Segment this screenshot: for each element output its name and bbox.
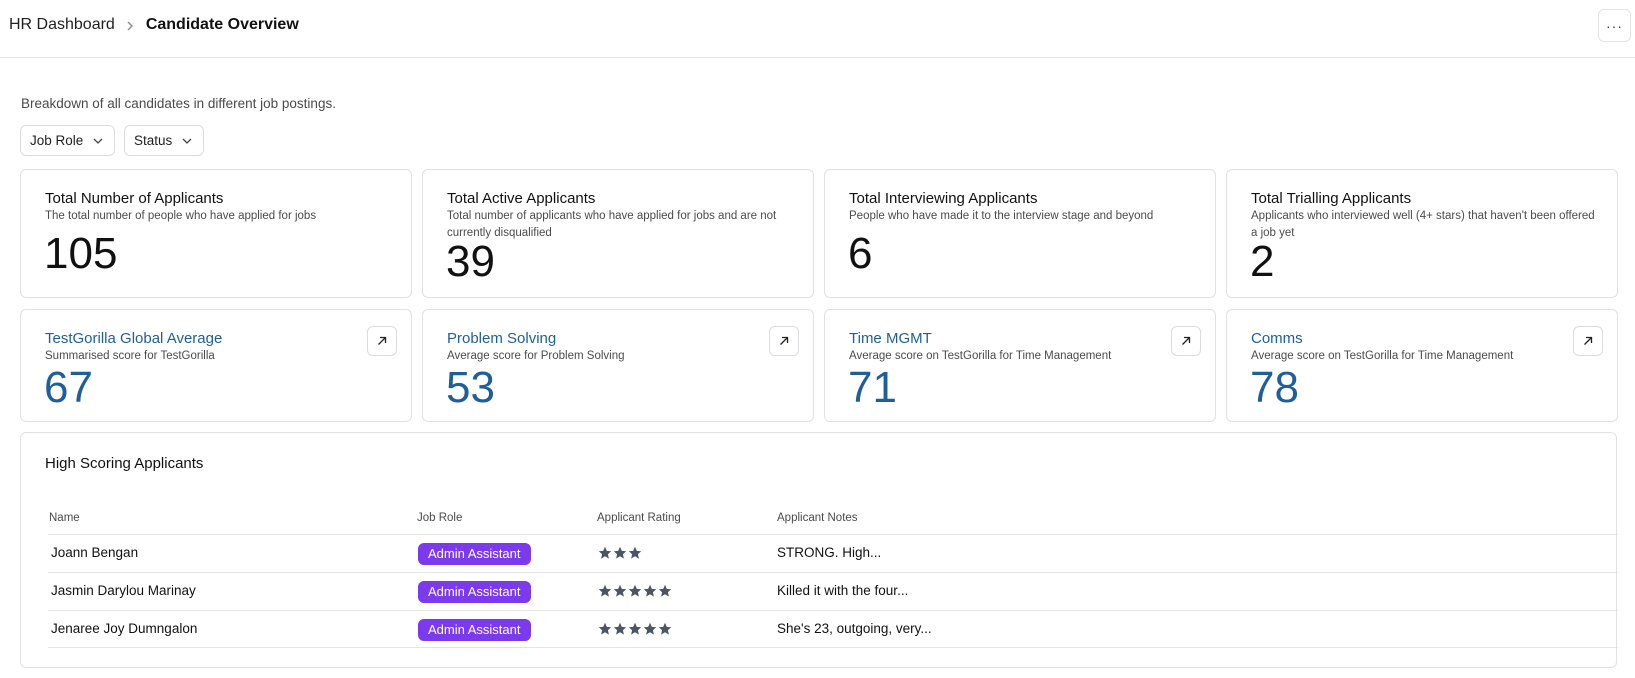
column-header-name[interactable]: Name — [49, 512, 80, 524]
applicant-name: Jenaree Joy Dumngalon — [51, 621, 198, 636]
card-value: 2 — [1250, 237, 1275, 286]
open-details-button[interactable] — [1171, 326, 1201, 356]
card-description: People who have made it to the interview… — [849, 210, 1154, 222]
card-title: Total Active Applicants — [447, 190, 596, 207]
card-description: Average score on TestGorilla for Time Ma… — [1251, 350, 1514, 362]
arrow-up-right-icon — [1182, 336, 1191, 345]
card-value: 67 — [44, 363, 93, 412]
applicant-notes: STRONG. High... — [777, 545, 882, 560]
interviewing-applicants-card: Total Interviewing Applicants People who… — [824, 169, 1216, 298]
applicant-notes: Killed it with the four... — [777, 583, 909, 598]
star-icon — [658, 584, 672, 597]
chevron-right-icon — [124, 19, 136, 31]
card-value: 53 — [446, 363, 495, 412]
applicant-name: Joann Bengan — [51, 545, 139, 560]
star-icon — [628, 622, 642, 635]
star-icon — [643, 584, 657, 597]
card-description: Summarised score for TestGorilla — [45, 350, 215, 362]
breadcrumb: HR Dashboard Candidate Overview — [9, 16, 299, 34]
card-description: Average score for Problem Solving — [447, 350, 625, 362]
card-title: Total Number of Applicants — [45, 190, 224, 207]
chevron-down-icon — [93, 138, 103, 144]
more-icon: ··· — [1606, 17, 1623, 34]
star-icon — [643, 622, 657, 635]
table-row[interactable]: Jasmin Darylou Marinay Admin Assistant K… — [48, 572, 1618, 610]
applicant-notes: She's 23, outgoing, very... — [777, 621, 932, 636]
card-title: Time MGMT — [849, 330, 932, 347]
card-title: Total Trialling Applicants — [1251, 190, 1412, 207]
total-applicants-card: Total Number of Applicants The total num… — [20, 169, 412, 298]
card-value: 105 — [44, 229, 118, 278]
applicant-name: Jasmin Darylou Marinay — [51, 583, 196, 598]
star-rating — [598, 584, 672, 598]
open-details-button[interactable] — [1573, 326, 1603, 356]
card-value: 71 — [848, 363, 897, 412]
open-details-button[interactable] — [367, 326, 397, 356]
trialling-applicants-card: Total Trialling Applicants Applicants wh… — [1226, 169, 1618, 298]
table-row[interactable]: Jenaree Joy Dumngalon Admin Assistant Sh… — [48, 610, 1618, 648]
card-value: 78 — [1250, 363, 1299, 412]
star-icon — [598, 546, 612, 559]
card-title: Total Interviewing Applicants — [849, 190, 1038, 207]
testgorilla-average-card[interactable]: TestGorilla Global Average Summarised sc… — [20, 309, 412, 422]
page-subtitle: Breakdown of all candidates in different… — [21, 96, 336, 111]
star-icon — [613, 584, 627, 597]
high-scoring-applicants-card: High Scoring Applicants Name Job Role Ap… — [20, 432, 1618, 668]
table-row[interactable]: Joann Bengan Admin Assistant STRONG. Hig… — [48, 534, 1618, 572]
star-icon — [613, 546, 627, 559]
star-rating — [598, 546, 642, 560]
card-description: Applicants who interviewed well (4+ star… — [1251, 210, 1595, 239]
star-icon — [628, 584, 642, 597]
star-icon — [598, 584, 612, 597]
section-title: High Scoring Applicants — [45, 455, 204, 472]
arrow-up-right-icon — [1584, 336, 1593, 345]
filter-label: Status — [134, 133, 173, 148]
job-role-filter[interactable]: Job Role — [20, 125, 116, 156]
card-description: Average score on TestGorilla for Time Ma… — [849, 350, 1112, 362]
column-header-rating[interactable]: Applicant Rating — [597, 512, 681, 524]
card-description: The total number of people who have appl… — [45, 210, 317, 222]
column-header-job-role[interactable]: Job Role — [417, 512, 462, 524]
page-title: Candidate Overview — [145, 16, 299, 33]
card-value: 39 — [446, 237, 495, 286]
arrow-up-right-icon — [780, 336, 789, 345]
more-options-button[interactable]: ··· — [1598, 9, 1631, 42]
filter-label: Job Role — [30, 133, 84, 148]
card-title: Comms — [1251, 330, 1303, 347]
column-header-notes[interactable]: Applicant Notes — [777, 512, 858, 524]
card-title: TestGorilla Global Average — [45, 330, 223, 347]
active-applicants-card: Total Active Applicants Total number of … — [422, 169, 814, 298]
arrow-up-right-icon — [378, 336, 387, 345]
card-description: Total number of applicants who have appl… — [447, 210, 777, 239]
top-bar: HR Dashboard Candidate Overview ··· — [0, 0, 1635, 58]
star-rating — [598, 622, 672, 636]
job-role-badge: Admin Assistant — [418, 619, 531, 641]
star-icon — [598, 622, 612, 635]
job-role-badge: Admin Assistant — [418, 581, 531, 603]
breadcrumb-root-link[interactable]: HR Dashboard — [9, 16, 115, 34]
open-details-button[interactable] — [769, 326, 799, 356]
comms-card[interactable]: Comms Average score on TestGorilla for T… — [1226, 309, 1618, 422]
problem-solving-card[interactable]: Problem Solving Average score for Proble… — [422, 309, 814, 422]
time-mgmt-card[interactable]: Time MGMT Average score on TestGorilla f… — [824, 309, 1216, 422]
job-role-badge: Admin Assistant — [418, 543, 531, 565]
card-title: Problem Solving — [447, 330, 557, 347]
star-icon — [613, 622, 627, 635]
card-value: 6 — [848, 229, 873, 278]
star-icon — [628, 546, 642, 559]
star-icon — [658, 622, 672, 635]
status-filter[interactable]: Status — [124, 125, 205, 156]
chevron-down-icon — [182, 138, 192, 144]
